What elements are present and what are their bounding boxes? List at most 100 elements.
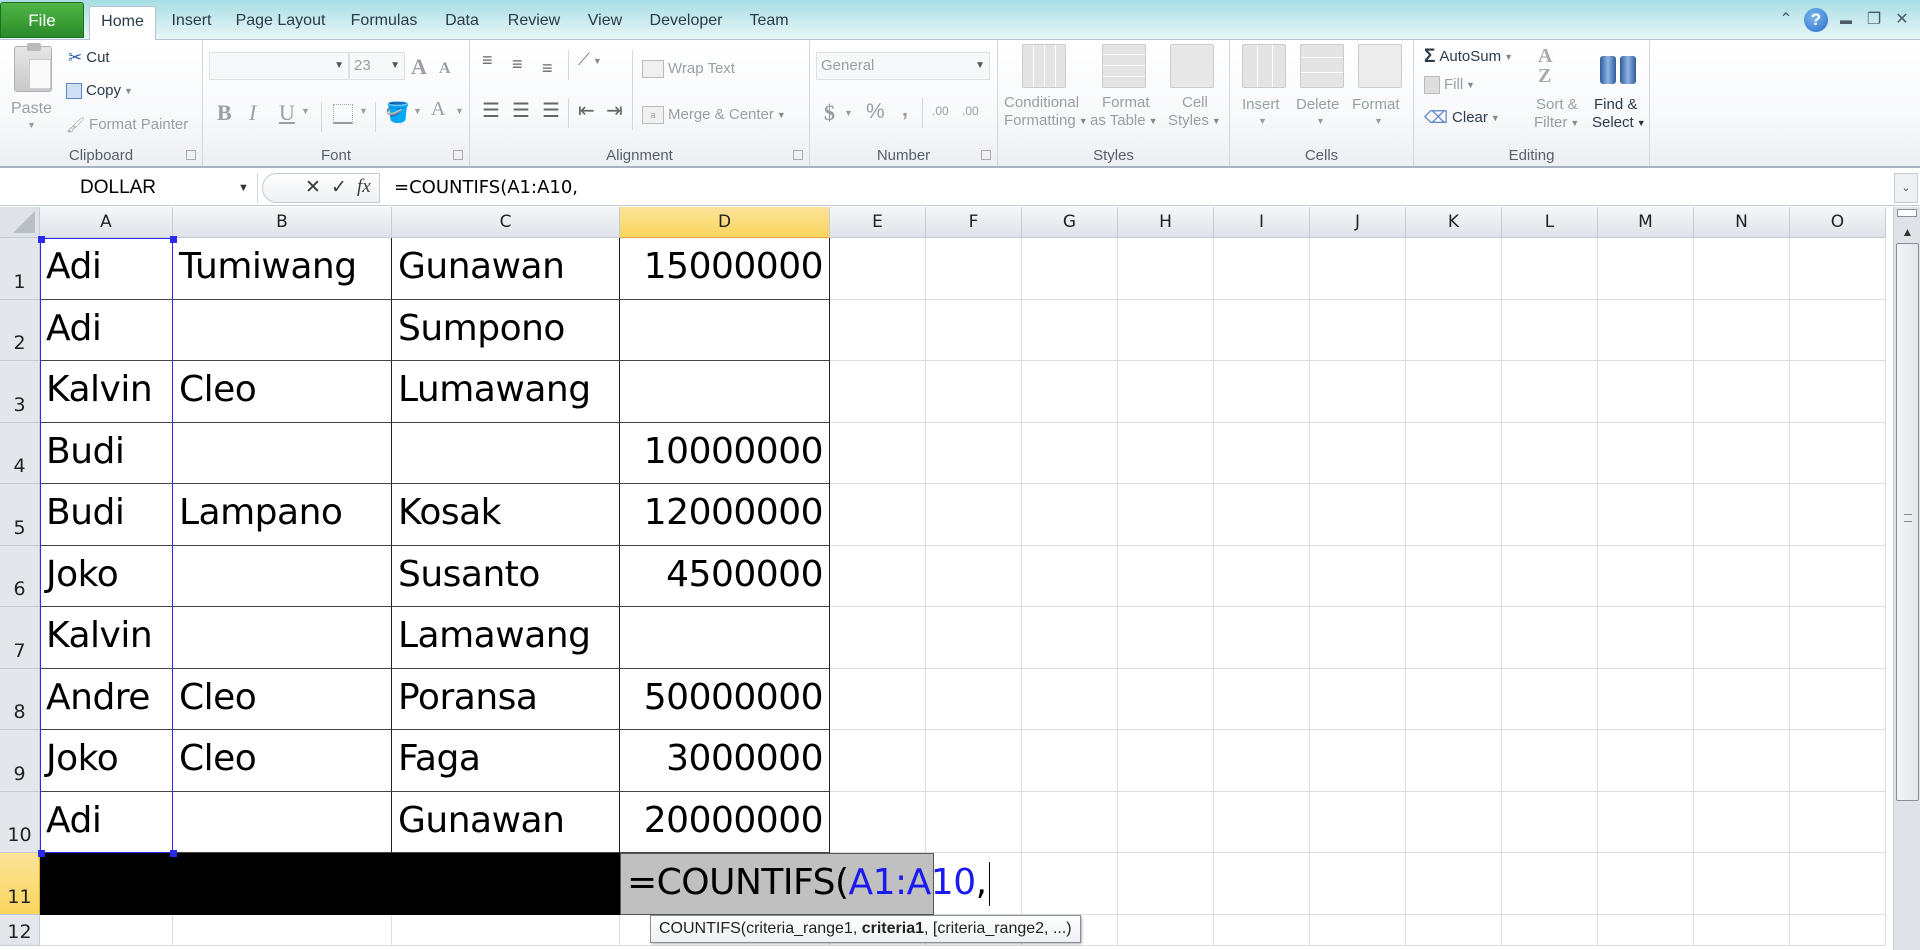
cell-a5[interactable]: Budi: [40, 484, 173, 546]
font-launcher-icon[interactable]: [453, 150, 463, 160]
cell-f2[interactable]: [926, 299, 1022, 361]
cell-f8[interactable]: [926, 668, 1022, 730]
cell-k11[interactable]: [1406, 853, 1502, 915]
expand-formula-bar-icon[interactable]: ⌄: [1894, 173, 1918, 203]
cell-e1[interactable]: [830, 238, 926, 300]
cell-o11[interactable]: [1790, 853, 1886, 915]
row-header-5[interactable]: 5: [0, 484, 40, 546]
shrink-font-button[interactable]: A: [439, 60, 451, 78]
format-as-table-button[interactable]: Format as Table ▼: [1090, 44, 1160, 134]
cell-c4[interactable]: [392, 422, 620, 484]
cell-h1[interactable]: [1118, 238, 1214, 300]
cell-n11[interactable]: [1694, 853, 1790, 915]
cell-h5[interactable]: [1118, 484, 1214, 546]
cut-button[interactable]: ✂ Cut: [68, 48, 110, 68]
cell-c8[interactable]: Poransa: [392, 668, 620, 730]
cell-g7[interactable]: [1022, 607, 1118, 669]
format-painter-button[interactable]: 🖌 Format Painter: [66, 116, 188, 134]
cell-j11[interactable]: [1310, 853, 1406, 915]
cell-c3[interactable]: Lumawang: [392, 361, 620, 423]
cell-o7[interactable]: [1790, 607, 1886, 669]
cell-h12[interactable]: [1118, 914, 1214, 946]
cell-b8[interactable]: Cleo: [173, 668, 392, 730]
cell-i12[interactable]: [1214, 914, 1310, 946]
cell-g2[interactable]: [1022, 299, 1118, 361]
align-center-button[interactable]: ☰: [512, 98, 530, 123]
comma-style-button[interactable]: ,: [902, 98, 908, 122]
cell-o6[interactable]: [1790, 545, 1886, 607]
insert-function-icon[interactable]: fx: [357, 176, 371, 198]
currency-dropdown-icon[interactable]: ▼: [844, 108, 853, 118]
column-header-d[interactable]: D: [620, 207, 830, 238]
cell-a4[interactable]: Budi: [40, 422, 173, 484]
cell-e8[interactable]: [830, 668, 926, 730]
cell-h4[interactable]: [1118, 422, 1214, 484]
cell-b12[interactable]: [173, 914, 392, 946]
cell-b2[interactable]: [173, 299, 392, 361]
cell-c9[interactable]: Faga: [392, 730, 620, 792]
column-header-n[interactable]: N: [1694, 207, 1790, 238]
cell-k1[interactable]: [1406, 238, 1502, 300]
cell-o5[interactable]: [1790, 484, 1886, 546]
cell-k8[interactable]: [1406, 668, 1502, 730]
cell-h7[interactable]: [1118, 607, 1214, 669]
cell-l6[interactable]: [1502, 545, 1598, 607]
cell-b7[interactable]: [173, 607, 392, 669]
alignment-launcher-icon[interactable]: [793, 150, 803, 160]
underline-dropdown-icon[interactable]: ▼: [301, 106, 310, 116]
cell-f4[interactable]: [926, 422, 1022, 484]
cell-a10[interactable]: Adi: [40, 791, 173, 853]
cell-m10[interactable]: [1598, 791, 1694, 853]
cell-g11[interactable]: [1022, 853, 1118, 915]
cell-j12[interactable]: [1310, 914, 1406, 946]
cell-l4[interactable]: [1502, 422, 1598, 484]
cell-l2[interactable]: [1502, 299, 1598, 361]
cell-g4[interactable]: [1022, 422, 1118, 484]
column-header-m[interactable]: M: [1598, 207, 1694, 238]
cell-j8[interactable]: [1310, 668, 1406, 730]
cell-o10[interactable]: [1790, 791, 1886, 853]
cell-m4[interactable]: [1598, 422, 1694, 484]
tab-page-layout[interactable]: Page Layout: [228, 6, 333, 40]
cell-c7[interactable]: Lamawang: [392, 607, 620, 669]
borders-button[interactable]: [333, 104, 353, 124]
underline-button[interactable]: U: [279, 100, 295, 126]
vertical-scrollbar[interactable]: ▲: [1893, 207, 1920, 950]
minimize-ribbon-icon[interactable]: ⌃: [1774, 8, 1798, 32]
cell-n6[interactable]: [1694, 545, 1790, 607]
cell-b3[interactable]: Cleo: [173, 361, 392, 423]
bold-button[interactable]: B: [217, 100, 232, 126]
cell-k3[interactable]: [1406, 361, 1502, 423]
cell-i8[interactable]: [1214, 668, 1310, 730]
scroll-up-icon[interactable]: ▲: [1894, 221, 1920, 243]
column-header-k[interactable]: K: [1406, 207, 1502, 238]
cell-k9[interactable]: [1406, 730, 1502, 792]
align-left-button[interactable]: ☰: [482, 98, 500, 123]
align-middle-button[interactable]: ≡: [512, 54, 523, 75]
cell-n1[interactable]: [1694, 238, 1790, 300]
column-header-a[interactable]: A: [40, 207, 173, 238]
number-launcher-icon[interactable]: [981, 150, 991, 160]
cell-m1[interactable]: [1598, 238, 1694, 300]
close-window-icon[interactable]: ✕: [1890, 8, 1914, 32]
cell-j4[interactable]: [1310, 422, 1406, 484]
cell-m9[interactable]: [1598, 730, 1694, 792]
cell-b11[interactable]: [173, 853, 392, 915]
cell-n12[interactable]: [1694, 914, 1790, 946]
cell-j1[interactable]: [1310, 238, 1406, 300]
percent-button[interactable]: %: [866, 100, 885, 124]
tab-formulas[interactable]: Formulas: [344, 6, 424, 40]
cell-d2[interactable]: [620, 299, 830, 361]
tab-data[interactable]: Data: [434, 6, 490, 40]
cell-e5[interactable]: [830, 484, 926, 546]
cell-i6[interactable]: [1214, 545, 1310, 607]
currency-button[interactable]: $: [824, 100, 835, 126]
restore-window-icon[interactable]: ❐: [1862, 8, 1886, 32]
cell-l9[interactable]: [1502, 730, 1598, 792]
tab-team[interactable]: Team: [740, 6, 798, 40]
cell-f3[interactable]: [926, 361, 1022, 423]
fill-color-dropdown-icon[interactable]: ▼: [413, 106, 422, 116]
cell-k12[interactable]: [1406, 914, 1502, 946]
cell-n9[interactable]: [1694, 730, 1790, 792]
cell-i2[interactable]: [1214, 299, 1310, 361]
